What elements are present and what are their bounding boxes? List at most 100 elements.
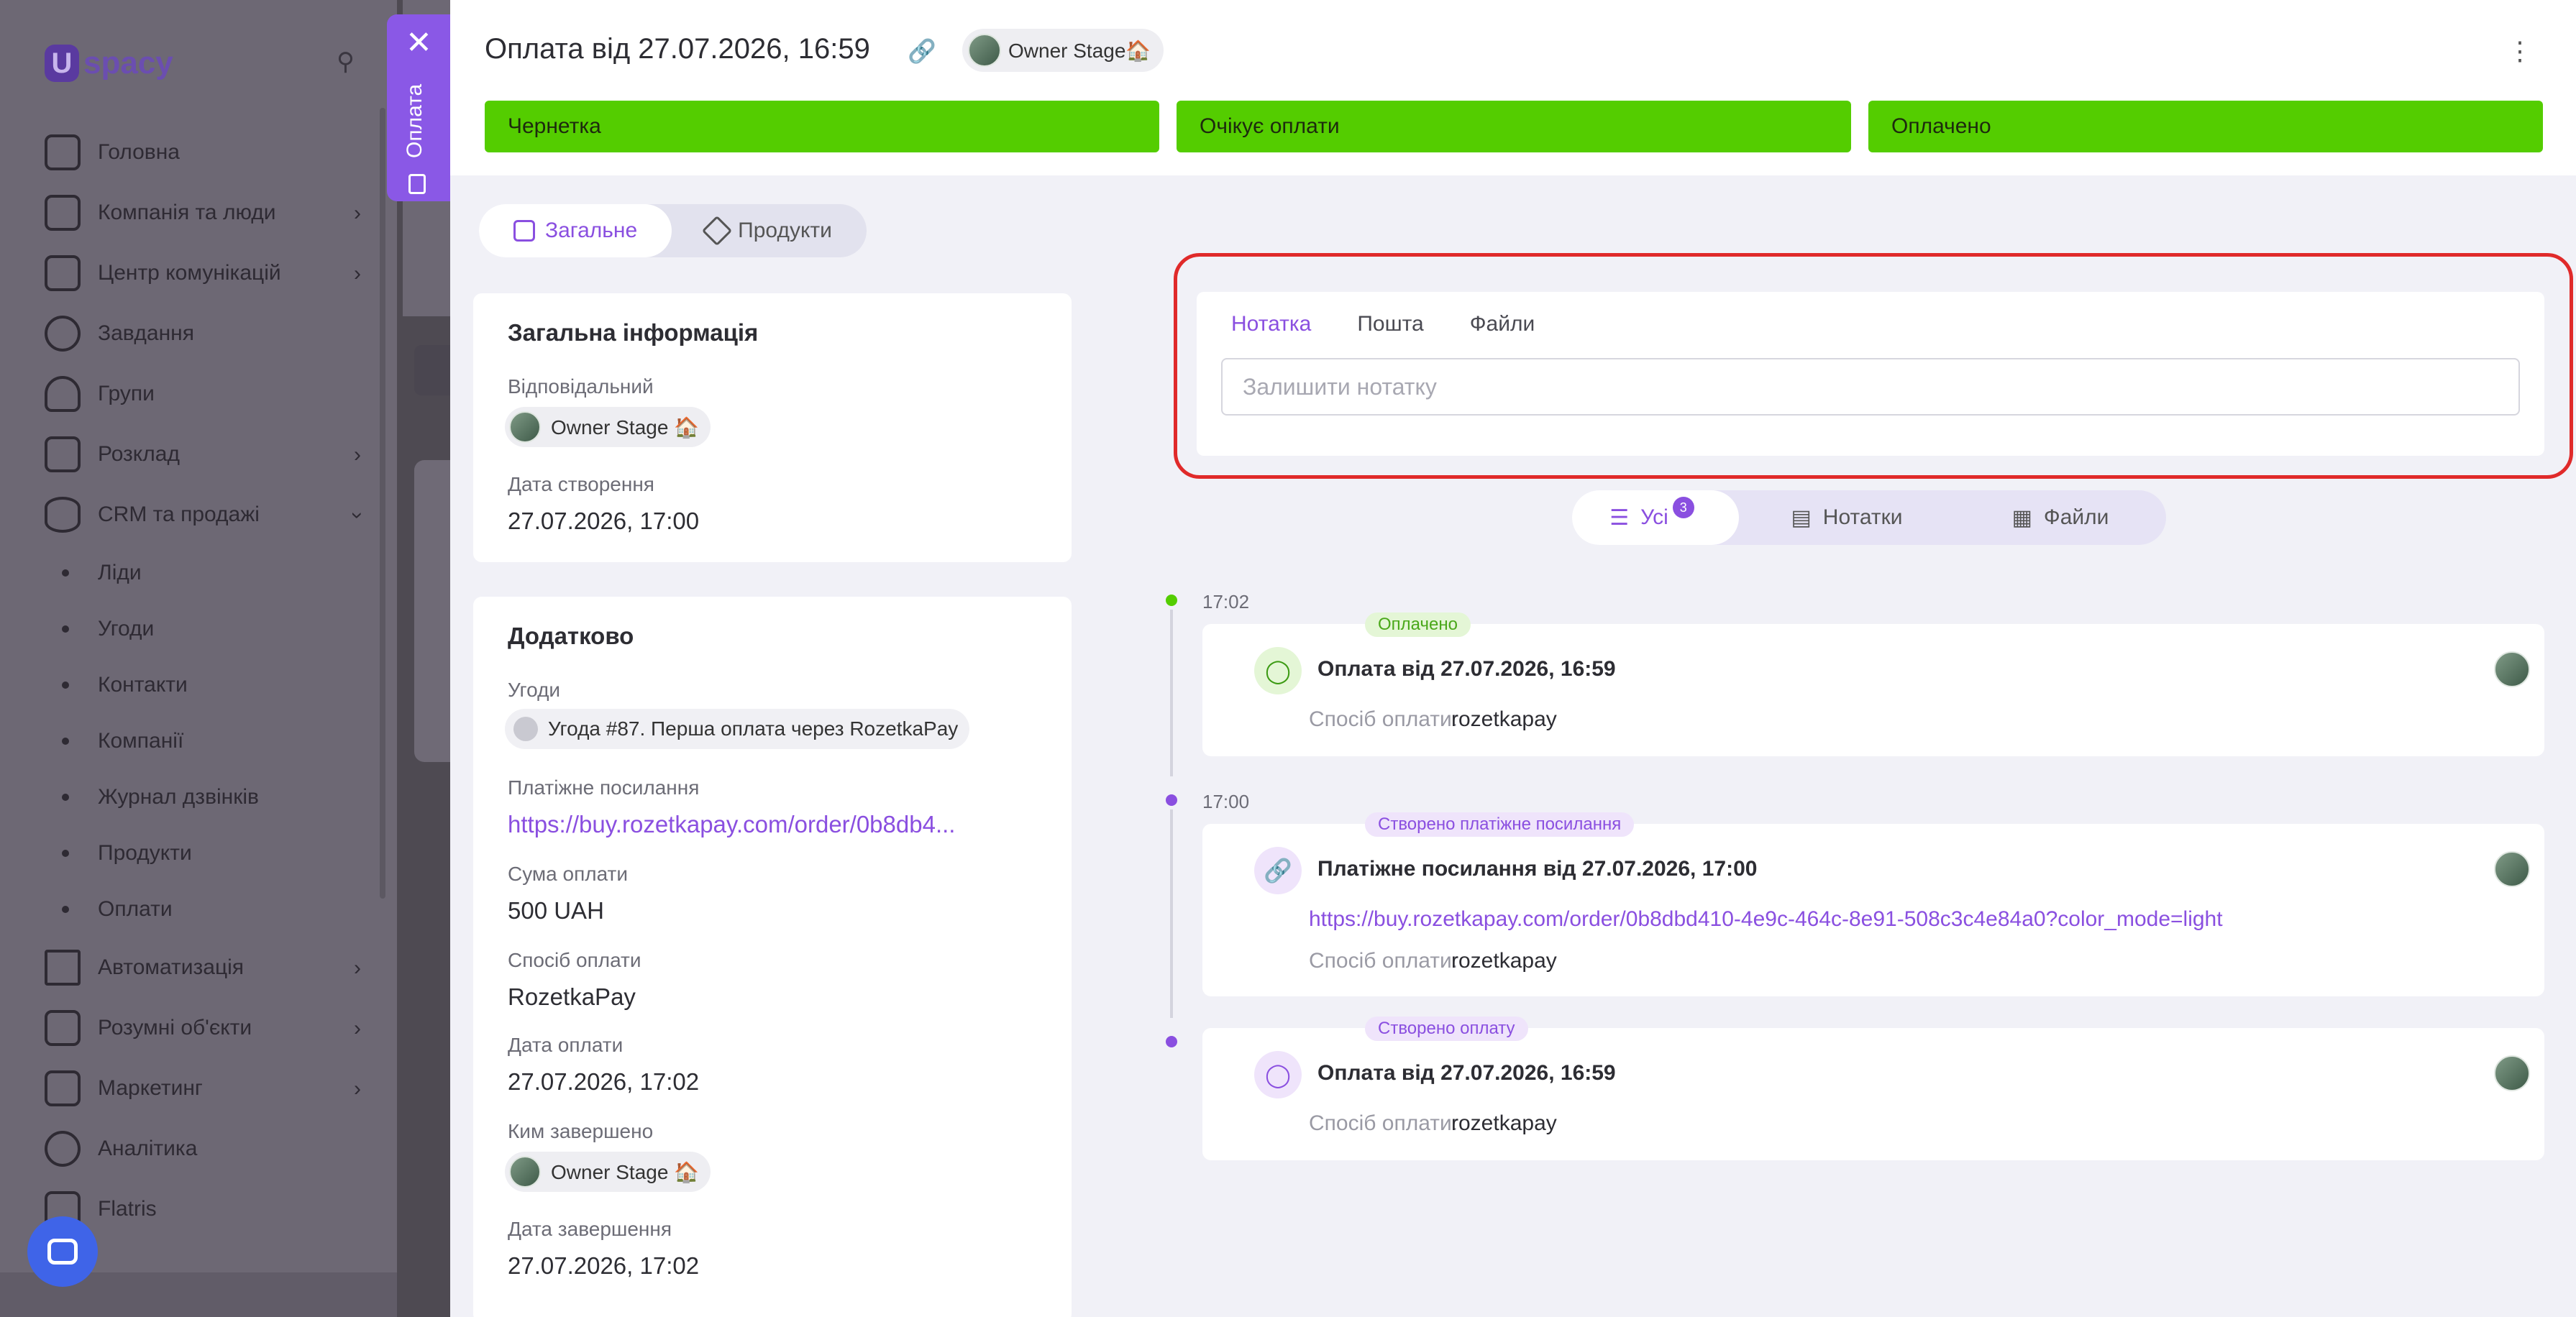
filter-notes[interactable]: ▤ Нотатки (1739, 490, 1955, 545)
sidebar-item-marketing[interactable]: Маркетинг › (45, 1058, 361, 1119)
sidebar-subitem-companies[interactable]: Компанії (45, 713, 361, 769)
timeline-event-paid: Оплачено ◯ Оплата від 27.07.2026, 16:59 … (1202, 612, 2544, 756)
avatar (968, 34, 1001, 67)
chevron-right-icon: › (354, 262, 361, 285)
smart-object-icon (45, 1010, 81, 1046)
close-icon[interactable]: ✕ (406, 27, 432, 59)
responsible-chip[interactable]: Owner Stage 🏠 (505, 407, 711, 447)
completed-by-chip[interactable]: Owner Stage 🏠 (505, 1152, 711, 1192)
field-label: Дата оплати (508, 1034, 624, 1056)
feed-filter: ☰ Усі 3 ▤ Нотатки ▦ Файли (1572, 490, 2166, 545)
support-chat-button[interactable] (27, 1216, 98, 1287)
tab-label: Загальне (545, 219, 638, 242)
sidebar-item-crm[interactable]: CRM та продажі › (45, 485, 370, 545)
timeline-line (1170, 802, 1173, 1018)
pin-icon[interactable]: ⚲ (337, 47, 365, 76)
tab-products[interactable]: Продукти (672, 204, 867, 257)
page-title: Оплата від 27.07.2026, 16:59 (485, 33, 870, 65)
avatar[interactable] (2494, 851, 2530, 887)
field-label: Спосіб оплати (508, 949, 641, 971)
avatar[interactable] (2494, 651, 2530, 687)
event-field-value: rozetkapay (1451, 707, 1557, 731)
event-title: Оплата від 27.07.2026, 16:59 (1317, 1061, 1616, 1085)
field-label: Платіжне посилання (508, 776, 700, 799)
sidebar-item-tasks[interactable]: Завдання (45, 303, 361, 364)
card-title: Загальна інформація (508, 319, 759, 346)
sidebar-subitem-label: Продукти (98, 841, 192, 865)
note-composer: Нотатка Пошта Файли Залишити нотатку (1197, 292, 2544, 456)
card-title: Додатково (508, 623, 634, 649)
uspacy-logo[interactable]: U spacy (45, 45, 173, 82)
event-field-label: Спосіб оплати: (1309, 1111, 1458, 1135)
stage-label: Очікує оплати (1200, 114, 1340, 138)
sidebar-subitem-label: Журнал дзвінків (98, 785, 259, 809)
sidebar-item-home[interactable]: Головна (45, 122, 361, 183)
count-badge: 3 (1672, 497, 1694, 518)
tab-note[interactable]: Нотатка (1231, 312, 1311, 336)
tab-mail[interactable]: Пошта (1357, 312, 1423, 336)
field-label: Ким завершено (508, 1120, 654, 1142)
sidebar-subitem-contacts[interactable]: Контакти (45, 657, 361, 713)
more-vertical-icon[interactable]: ⋮ (2507, 36, 2533, 66)
sidebar-item-groups[interactable]: Групи (45, 364, 361, 424)
note-icon: ▤ (1791, 505, 1812, 530)
sidebar-subitem-label: Угоди (98, 617, 155, 641)
event-title: Оплата від 27.07.2026, 16:59 (1317, 657, 1616, 681)
sidebar-subitem-label: Компанії (98, 729, 184, 753)
stage-paid[interactable]: Оплачено (1868, 101, 2543, 152)
sidebar-item-analytics[interactable]: Аналітика (45, 1119, 361, 1179)
event-link[interactable]: https://buy.rozetkapay.com/order/0b8dbd4… (1309, 907, 2223, 932)
note-input[interactable]: Залишити нотатку (1221, 358, 2520, 416)
database-icon (45, 497, 81, 533)
check-circle-icon (45, 316, 81, 352)
note-tabs: Нотатка Пошта Файли (1231, 312, 1535, 336)
deal-chip[interactable]: Угода #87. Перша оплата через RozetkaPay (505, 709, 970, 749)
link-icon[interactable]: 🔗 (908, 37, 936, 65)
stage-label: Чернетка (508, 114, 601, 138)
payment-link[interactable]: https://buy.rozetkapay.com/order/0b8db4.… (508, 811, 955, 838)
sidebar-item-automation[interactable]: Автоматизація › (45, 937, 361, 998)
sidebar-item-label: Аналітика (98, 1137, 198, 1160)
tab-general[interactable]: Загальне (479, 204, 672, 257)
timeline-time: 17:00 (1202, 791, 1250, 812)
drawer-header: Оплата від 27.07.2026, 16:59 🔗 Owner Sta… (450, 0, 2576, 175)
sidebar-item-smart-objects[interactable]: Розумні об'єкти › (45, 998, 361, 1058)
owner-chip[interactable]: Owner Stage🏠 (962, 29, 1164, 72)
stage-awaiting-payment[interactable]: Очікує оплати (1177, 101, 1851, 152)
timeline-event-link-created: Створено платіжне посилання 🔗 Платіжне п… (1202, 812, 2544, 996)
filter-all[interactable]: ☰ Усі 3 (1572, 490, 1739, 545)
box-icon (701, 215, 733, 247)
sidebar-subitem-label: Оплати (98, 897, 173, 921)
sidebar-item-company[interactable]: Компанія та люди › (45, 183, 361, 243)
sidebar-subitem-deals[interactable]: Угоди (45, 601, 361, 657)
sidebar-item-communications[interactable]: Центр комунікацій › (45, 243, 361, 303)
sidebar-item-label: Групи (98, 382, 155, 405)
building-icon (45, 195, 81, 231)
stage-draft[interactable]: Чернетка (485, 101, 1159, 152)
chevron-down-icon: › (346, 512, 370, 519)
sidebar-subitem-leads[interactable]: Ліди (45, 545, 361, 601)
sidebar-subitem-products[interactable]: Продукти (45, 825, 361, 881)
owner-name: Owner Stage🏠 (1008, 39, 1151, 62)
event-title: Платіжне посилання від 27.07.2026, 17:00 (1317, 857, 1758, 881)
sidebar-subitem-call-log[interactable]: Журнал дзвінків (45, 769, 361, 825)
tab-files[interactable]: Файли (1470, 312, 1535, 336)
logo-text: spacy (83, 45, 173, 81)
sidebar-item-schedule[interactable]: Розклад › (45, 424, 361, 485)
payment-drawer: Оплата від 27.07.2026, 16:59 🔗 Owner Sta… (450, 0, 2576, 1317)
sidebar-item-label: Розклад (98, 442, 180, 466)
deal-icon (513, 717, 538, 741)
sidebar-scrollbar[interactable] (380, 108, 385, 899)
sidebar-item-flatris[interactable]: Flatris (45, 1179, 361, 1239)
chevron-right-icon: › (354, 201, 361, 225)
filter-files[interactable]: ▦ Файли (1955, 490, 2166, 545)
avatar[interactable] (2494, 1055, 2530, 1091)
chat-edit-icon (45, 255, 81, 291)
list-icon: ☰ (1609, 505, 1630, 530)
drawer-tab[interactable]: ✕ Оплата (387, 14, 450, 201)
general-info-card: Загальна інформація Відповідальний Owner… (473, 293, 1072, 562)
timeline-dot (1162, 591, 1181, 610)
sidebar-subitem-payments[interactable]: Оплати (45, 881, 361, 937)
event-field-value: rozetkapay (1451, 1111, 1557, 1135)
timeline-dot (1162, 791, 1181, 809)
